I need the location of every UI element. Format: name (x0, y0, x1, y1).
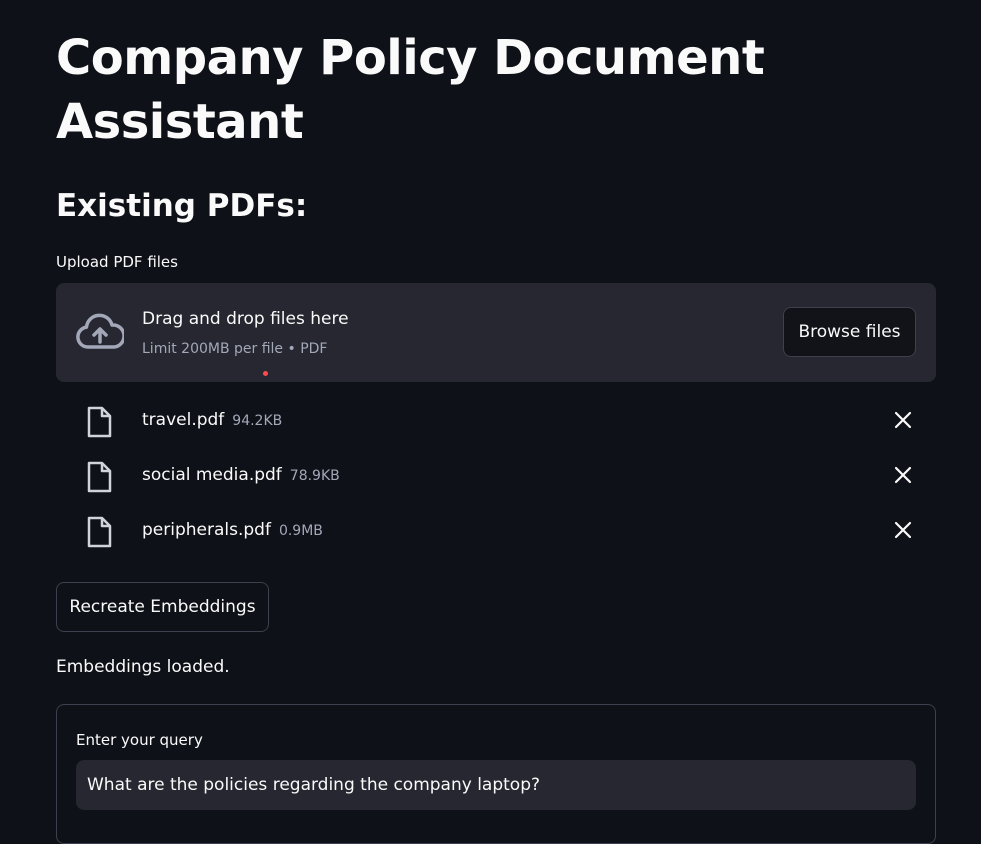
file-icon (87, 406, 112, 438)
page-title: Company Policy Document Assistant (56, 30, 765, 150)
recreate-embeddings-button[interactable]: Recreate Embeddings (56, 582, 269, 632)
file-item: peripherals.pdf 0.9MB (56, 511, 936, 551)
status-message: Embeddings loaded. (56, 657, 230, 677)
file-name-text: travel.pdf (142, 410, 225, 430)
file-name-text: social media.pdf (142, 465, 282, 485)
file-name: social media.pdf 78.9KB (142, 465, 340, 485)
cursor-dot (263, 371, 268, 376)
dropzone-instructions: Drag and drop files here (142, 309, 349, 329)
dropzone-limit: Limit 200MB per file • PDF (142, 341, 328, 357)
remove-file-icon[interactable] (892, 519, 914, 541)
query-form: Enter your query What are the policies r… (56, 704, 936, 844)
file-size: 94.2KB (232, 413, 283, 429)
section-heading: Existing PDFs: (56, 188, 308, 224)
file-item: social media.pdf 78.9KB (56, 456, 936, 496)
query-input[interactable]: What are the policies regarding the comp… (76, 760, 916, 810)
file-item: travel.pdf 94.2KB (56, 401, 936, 441)
file-icon (87, 461, 112, 493)
file-icon (87, 516, 112, 548)
file-size: 0.9MB (278, 523, 323, 539)
file-dropzone[interactable]: Drag and drop files here Limit 200MB per… (56, 283, 936, 382)
browse-files-button[interactable]: Browse files (783, 307, 916, 357)
file-name-text: peripherals.pdf (142, 520, 271, 540)
cloud-upload-icon (76, 313, 124, 349)
file-size: 78.9KB (289, 468, 340, 484)
remove-file-icon[interactable] (892, 409, 914, 431)
upload-label: Upload PDF files (56, 253, 178, 271)
query-label: Enter your query (76, 731, 203, 749)
file-name: peripherals.pdf 0.9MB (142, 520, 323, 540)
remove-file-icon[interactable] (892, 464, 914, 486)
file-name: travel.pdf 94.2KB (142, 410, 282, 430)
